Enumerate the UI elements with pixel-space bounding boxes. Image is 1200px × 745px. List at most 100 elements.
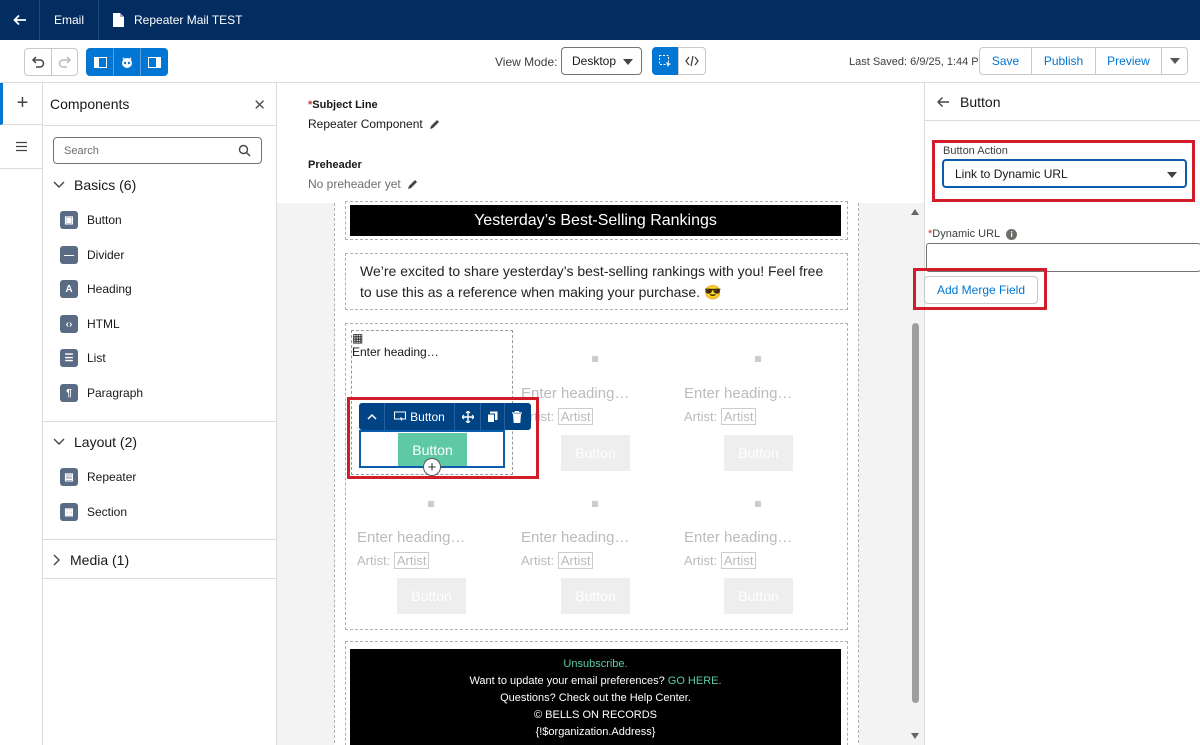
- right-panel-icon: [147, 56, 161, 68]
- component-label: List: [87, 351, 106, 365]
- chevron-down-icon: [53, 181, 65, 188]
- artist-merge-field: Artist: [720, 552, 757, 569]
- pencil-icon[interactable]: [429, 119, 440, 130]
- search-placeholder: Search: [64, 144, 99, 157]
- image-placeholder-icon: ▦: [352, 331, 364, 345]
- visual-editor-button[interactable]: [652, 47, 679, 75]
- cell-button[interactable]: Button: [561, 435, 630, 471]
- media-section-label: Media (1): [70, 552, 130, 568]
- copyright-text: © BELLS ON RECORDS: [533, 709, 658, 721]
- component-list[interactable]: ☰ List: [60, 349, 106, 367]
- editor-toolbar: View Mode: Desktop Last Saved: 6/9/25, 1…: [0, 40, 1200, 83]
- add-merge-field-button[interactable]: Add Merge Field: [924, 276, 1038, 304]
- properties-title: Button: [960, 93, 1001, 110]
- component-label: Repeater: [87, 470, 137, 484]
- components-title: Components: [50, 96, 130, 112]
- redo-button[interactable]: [51, 48, 78, 76]
- component-divider[interactable]: — Divider: [60, 246, 124, 264]
- media-section-toggle[interactable]: Media (1): [53, 552, 129, 568]
- plus-icon: +: [16, 92, 29, 114]
- preheader-value[interactable]: No preheader yet: [308, 177, 418, 191]
- cell-heading[interactable]: Enter heading…: [684, 385, 792, 402]
- cell-artist[interactable]: Artist: Artist: [521, 552, 594, 569]
- component-heading[interactable]: A Heading: [60, 280, 132, 298]
- image-placeholder-icon: ▦: [754, 354, 762, 363]
- intro-text: We’re excited to share yesterday’s best-…: [360, 263, 824, 300]
- preferences-link[interactable]: GO HERE.: [668, 675, 722, 687]
- chevron-down-icon: [53, 438, 65, 445]
- image-placeholder-icon: ▦: [754, 499, 762, 508]
- components-panel: Components ✕ Search Basics (6) ▣ Button …: [43, 83, 277, 745]
- component-repeater[interactable]: ▤ Repeater: [60, 468, 136, 486]
- add-components-tab[interactable]: +: [0, 83, 42, 125]
- code-view-button[interactable]: [678, 47, 706, 75]
- component-paragraph[interactable]: ¶ Paragraph: [60, 384, 143, 402]
- code-icon: [685, 55, 699, 67]
- cell-artist[interactable]: Artist: Artist: [684, 408, 757, 425]
- more-actions-button[interactable]: [1161, 47, 1188, 75]
- info-icon[interactable]: i: [1006, 228, 1018, 240]
- email-body: Yesterday’s Best-Selling Rankings We’re …: [334, 201, 859, 745]
- arrow-left-icon[interactable]: [937, 96, 950, 108]
- caret-down-icon: [623, 59, 633, 65]
- banner-block[interactable]: Yesterday’s Best-Selling Rankings: [345, 201, 848, 240]
- cell-button[interactable]: Button: [397, 578, 466, 614]
- publish-button[interactable]: Publish: [1031, 47, 1096, 75]
- section-divider: [43, 539, 276, 540]
- artist-prefix: Artist:: [684, 553, 718, 568]
- component-label: Divider: [87, 248, 125, 262]
- section-component-icon: ▦: [60, 503, 78, 521]
- section-divider: [43, 421, 276, 422]
- toggle-left-panel-button[interactable]: [86, 48, 114, 76]
- chevron-right-icon: [53, 554, 60, 566]
- subject-line-label: *Subject Line: [308, 99, 378, 111]
- scroll-up-icon[interactable]: [911, 209, 919, 215]
- arrow-left-icon: [12, 14, 26, 26]
- heading-component-icon: A: [60, 280, 78, 298]
- pencil-icon[interactable]: [407, 179, 418, 190]
- back-button[interactable]: [0, 0, 40, 40]
- basics-section-toggle[interactable]: Basics (6): [53, 177, 136, 193]
- cell-heading[interactable]: Enter heading…: [352, 345, 512, 359]
- emoji-sunglasses: 😎: [703, 284, 722, 300]
- cell-heading[interactable]: Enter heading…: [684, 529, 792, 546]
- save-button[interactable]: Save: [979, 47, 1032, 75]
- preferences-line: Want to update your email preferences? G…: [350, 673, 841, 690]
- redo-icon: [58, 56, 71, 68]
- undo-button[interactable]: [24, 48, 52, 76]
- artist-prefix: Artist:: [684, 409, 718, 424]
- artist-prefix: Artist:: [357, 553, 391, 568]
- component-html[interactable]: ‹› HTML: [60, 315, 120, 333]
- tab-document[interactable]: Repeater Mail TEST: [99, 0, 257, 40]
- component-button[interactable]: ▣ Button: [60, 211, 122, 229]
- image-placeholder-icon: ▦: [427, 499, 435, 508]
- artist-merge-field: Artist: [557, 552, 594, 569]
- unsubscribe-link[interactable]: Unsubscribe.: [350, 656, 841, 673]
- scrollbar-thumb[interactable]: [912, 323, 919, 703]
- view-mode-select[interactable]: Desktop: [561, 47, 642, 75]
- email-canvas: *Subject Line Repeater Component Prehead…: [277, 83, 924, 745]
- close-icon[interactable]: ✕: [253, 96, 266, 114]
- cell-heading[interactable]: Enter heading…: [357, 529, 465, 546]
- cell-button[interactable]: Button: [724, 578, 793, 614]
- list-icon: [15, 141, 27, 152]
- component-section[interactable]: ▦ Section: [60, 503, 127, 521]
- scroll-down-icon[interactable]: [911, 733, 919, 739]
- preview-button[interactable]: Preview: [1095, 47, 1162, 75]
- outline-tab[interactable]: [0, 125, 42, 169]
- cell-button[interactable]: Button: [561, 578, 630, 614]
- cell-artist[interactable]: Artist: Artist: [357, 552, 430, 569]
- subject-line-value[interactable]: Repeater Component: [308, 117, 440, 131]
- tab-email[interactable]: Email: [40, 0, 100, 40]
- toggle-agent-button[interactable]: [113, 48, 141, 76]
- layout-section-toggle[interactable]: Layout (2): [53, 434, 137, 450]
- component-label: Paragraph: [87, 386, 144, 400]
- cell-artist[interactable]: Artist: Artist: [684, 552, 757, 569]
- cell-button[interactable]: Button: [724, 435, 793, 471]
- toggle-right-panel-button[interactable]: [140, 48, 168, 76]
- component-search-input[interactable]: Search: [53, 137, 262, 164]
- layout-section-label: Layout (2): [74, 434, 138, 450]
- properties-header: Button: [925, 83, 1200, 121]
- cell-heading[interactable]: Enter heading…: [521, 529, 629, 546]
- component-label: Heading: [87, 282, 132, 296]
